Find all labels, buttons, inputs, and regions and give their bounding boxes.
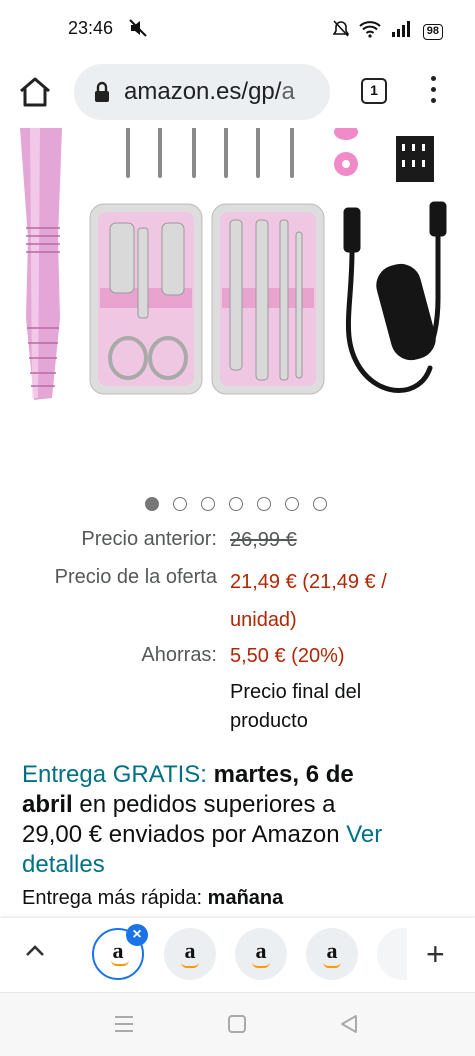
tab-switcher-button[interactable]: 1 (361, 78, 387, 104)
savings-label: Ahorras: (141, 644, 217, 666)
final-price-line2: producto (230, 710, 308, 732)
usb-cable (343, 201, 447, 393)
alarm-off-icon (332, 20, 350, 43)
url-domain: amazon.es/gp/ (124, 78, 282, 105)
carousel-dot[interactable] (313, 497, 327, 511)
deal-price-label: Precio de la oferta (54, 566, 217, 588)
delivery-date-cont: abril (22, 791, 73, 818)
new-tab-button[interactable]: + (426, 938, 445, 970)
faster-delivery: Entrega más rápida: mañana (22, 887, 283, 910)
carousel-dot[interactable] (201, 497, 215, 511)
sanding-bands (334, 128, 434, 182)
amazon-logo-icon: a (184, 938, 196, 963)
free-delivery-label: Entrega GRATIS: (22, 761, 207, 788)
overflow-menu-button[interactable] (426, 76, 440, 108)
tab-amazon[interactable]: a (306, 928, 358, 980)
carousel-dot[interactable] (285, 497, 299, 511)
amazon-logo-icon: a (255, 938, 267, 963)
system-nav-bar (0, 992, 475, 1056)
lock-icon (94, 81, 110, 103)
old-price-value: 26,99 € (230, 529, 297, 551)
url-path: a (281, 78, 295, 105)
delivery-condition: en pedidos superiores a (79, 791, 336, 818)
faster-delivery-label: Entrega más rápida: (22, 887, 203, 909)
status-time: 23:46 (68, 18, 114, 38)
back-nav-icon[interactable] (340, 1014, 358, 1039)
carousel-dot[interactable] (173, 497, 187, 511)
manicure-case (89, 203, 325, 395)
deal-price-value: 21,49 € (21,49 € / (230, 571, 387, 593)
carousel-dot[interactable] (257, 497, 271, 511)
url-text: amazon.es/gp/a (124, 78, 295, 106)
delivery-details-link[interactable]: Ver (346, 821, 382, 848)
delivery-info: Entrega GRATIS: martes, 6 de abril en pe… (22, 760, 452, 880)
tab-amazon-partial[interactable] (377, 928, 407, 980)
delivery-condition-cont: 29,00 € enviados por Amazon (22, 821, 340, 848)
amazon-logo-icon: a (326, 938, 338, 963)
delivery-date: martes, 6 de (213, 761, 354, 788)
savings-value: 5,50 € (20%) (230, 645, 345, 667)
battery-icon: 98 (422, 23, 443, 40)
menu-icon[interactable] (114, 1015, 134, 1038)
signal-icon (391, 20, 413, 43)
faster-delivery-value: mañana (207, 887, 284, 909)
mute-icon (128, 18, 148, 43)
chevron-up-icon[interactable] (24, 944, 46, 963)
carousel-dot[interactable] (145, 497, 159, 511)
status-icons: 98 (332, 20, 443, 43)
tab-amazon-active[interactable]: a × (92, 924, 148, 980)
browser-toolbar: amazon.es/gp/a 1 (0, 60, 475, 126)
home-nav-icon[interactable] (228, 1015, 246, 1038)
final-price-line1: Precio final del (230, 681, 362, 703)
tab-strip: a × a a a + (0, 918, 475, 992)
address-bar[interactable]: amazon.es/gp/a (74, 64, 330, 120)
nail-drill-pen (20, 128, 62, 400)
delivery-details-link-cont[interactable]: detalles (22, 851, 105, 878)
status-bar: 23:46 98 (0, 0, 475, 60)
wifi-icon (359, 20, 381, 43)
old-price-label: Precio anterior: (81, 528, 217, 550)
deal-price-unit: unidad) (230, 609, 297, 631)
close-tab-icon[interactable]: × (126, 924, 148, 946)
carousel-dot[interactable] (229, 497, 243, 511)
home-button[interactable] (18, 76, 52, 108)
image-carousel-dots[interactable] (145, 497, 327, 511)
tab-amazon[interactable]: a (164, 928, 216, 980)
drill-bits (126, 128, 294, 178)
tab-amazon[interactable]: a (235, 928, 287, 980)
product-image[interactable] (0, 128, 475, 428)
